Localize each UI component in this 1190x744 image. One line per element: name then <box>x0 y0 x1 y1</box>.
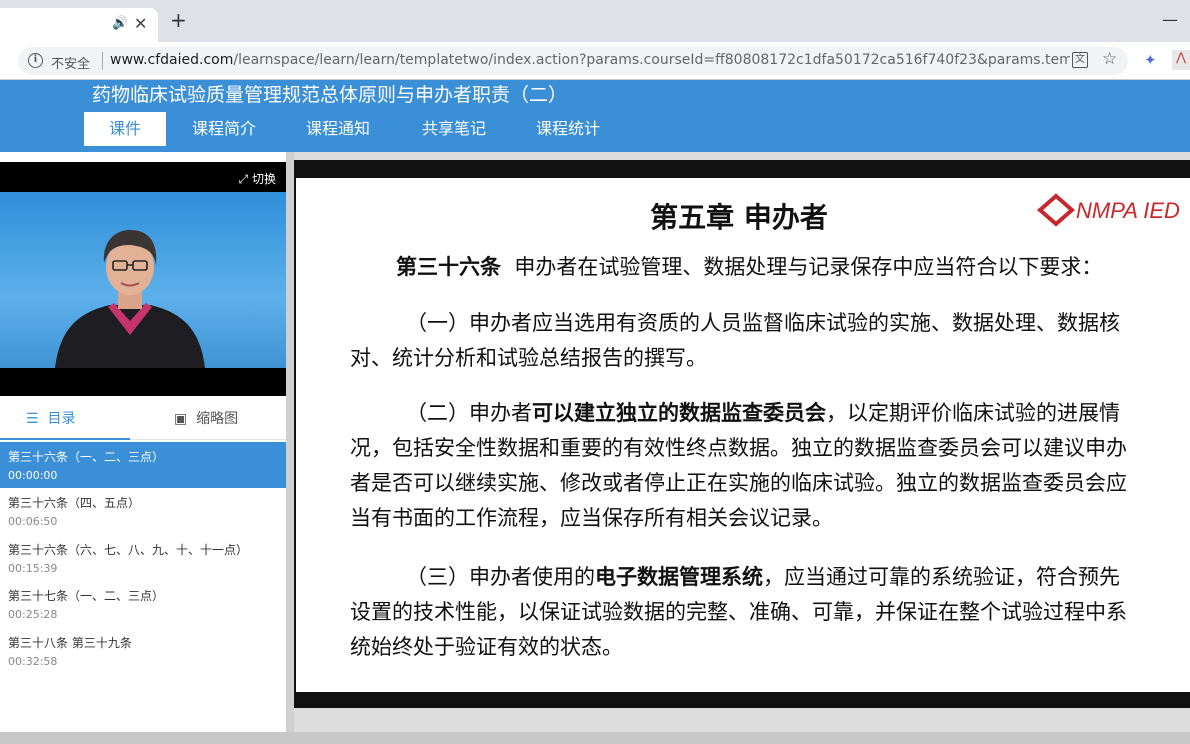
list-icon: ☰ <box>26 411 39 427</box>
pdf-extension-icon[interactable]: ⋀ <box>1172 50 1190 70</box>
left-panel: ⤢ 切换 ☰ 目录 ▣ 缩略图 第三十六条（一、二、三点） 00:00:00 第… <box>0 152 286 732</box>
switch-label: 切换 <box>251 172 276 186</box>
speaker-icon[interactable]: 🔊 <box>112 16 128 31</box>
site-header: 药物临床试验质量管理规范总体原则与申办者职责（二） 课件 课程简介 课程通知 共… <box>0 80 1190 152</box>
toc-item[interactable]: 第三十六条（四、五点） 00:06:50 <box>0 488 286 534</box>
url-text[interactable]: www.cfdaied.com/learnspace/learn/learn/t… <box>110 52 1070 68</box>
translate-icon[interactable]: 文 <box>1072 52 1088 68</box>
toc-item-time: 00:00:00 <box>8 469 58 482</box>
new-tab-button[interactable]: + <box>170 10 187 30</box>
tab-catalog-label: 目录 <box>47 411 76 427</box>
toc-item-time: 00:15:39 <box>8 562 58 575</box>
tab-catalog[interactable]: ☰ 目录 <box>26 408 75 428</box>
toc-item-title: 第三十七条（一、二、三点） <box>8 589 165 603</box>
p2-bold: 可以建立独立的数据监查委员会 <box>532 401 826 425</box>
toc-item-time: 00:32:58 <box>8 655 58 668</box>
slide-paragraph-1: （一）申办者应当选用有资质的人员监督临床试验的实施、数据处理、数据核对、统计分析… <box>350 311 1120 370</box>
toc-item-title: 第三十六条（六、七、八、九、十、十一点） <box>8 543 249 557</box>
divider <box>102 52 103 70</box>
lecturer-figure <box>55 229 205 368</box>
toc-item[interactable]: 第三十八条 第三十九条 00:32:58 <box>0 628 286 674</box>
active-tab-underline <box>0 438 130 440</box>
p3-bold: 电子数据管理系统 <box>595 565 763 589</box>
slide-viewer: 第五章 申办者 NMPA IED 第三十六条 申办者在试验管理、数据处理与记录保… <box>294 160 1190 708</box>
toc-item-time: 00:06:50 <box>8 515 58 528</box>
toc-item[interactable]: 第三十六条（六、七、八、九、十、十一点） 00:15:39 <box>0 535 286 581</box>
slide-paragraph-3: （三）申办者使用的电子数据管理系统，应当通过可靠的系统验证，符合预先设置的技术性… <box>350 560 1140 665</box>
switch-button[interactable]: ⤢ 切换 <box>239 170 276 187</box>
tab-courseware[interactable]: 课件 <box>84 112 166 146</box>
tab-shared-notes[interactable]: 共享笔记 <box>406 112 502 146</box>
video-player[interactable]: ⤢ 切换 <box>0 162 286 396</box>
toc-item[interactable]: 第三十六条（一、二、三点） 00:00:00 <box>0 442 286 488</box>
p2-start: （二）申办者 <box>406 401 532 425</box>
toc-tabs: ☰ 目录 ▣ 缩略图 <box>0 398 286 440</box>
tab-thumbnails[interactable]: ▣ 缩略图 <box>174 408 238 428</box>
tab-course-stats[interactable]: 课程统计 <box>520 112 616 146</box>
tab-course-intro[interactable]: 课程简介 <box>176 112 272 146</box>
url-path: /learnspace/learn/learn/templatetwo/inde… <box>233 52 1070 68</box>
address-bar[interactable]: i 不安全 www.cfdaied.com/learnspace/learn/l… <box>18 47 1128 75</box>
info-icon[interactable]: i <box>28 53 43 68</box>
slide-paragraph-2: （二）申办者可以建立独立的数据监查委员会，以定期评价临床试验的进展情况，包括安全… <box>350 396 1140 536</box>
panel-splitter[interactable] <box>286 152 294 732</box>
nmpa-logo: NMPA IED <box>1036 193 1180 227</box>
article-text: 申办者在试验管理、数据处理与记录保存中应当符合以下要求： <box>514 255 1103 279</box>
image-icon: ▣ <box>174 411 188 427</box>
extension-icon[interactable]: ✦ <box>1144 51 1157 69</box>
toc-item-title: 第三十六条（一、二、三点） <box>8 450 165 464</box>
slide-article-heading: 第三十六条 申办者在试验管理、数据处理与记录保存中应当符合以下要求： <box>396 250 1156 285</box>
tab-thumbnails-label: 缩略图 <box>196 411 239 427</box>
lecturer-video <box>0 192 286 368</box>
toc-item-title: 第三十八条 第三十九条 <box>8 636 132 650</box>
url-host: www.cfdaied.com <box>110 52 234 68</box>
toc-item-title: 第三十六条（四、五点） <box>8 496 141 510</box>
security-label[interactable]: 不安全 <box>51 53 90 72</box>
tab-course-notice[interactable]: 课程通知 <box>290 112 386 146</box>
toc-item[interactable]: 第三十七条（一、二、三点） 00:25:28 <box>0 581 286 627</box>
slide: 第五章 申办者 NMPA IED 第三十六条 申办者在试验管理、数据处理与记录保… <box>296 178 1190 692</box>
browser-tabstrip: 🔊 ✕ + — <box>0 0 1190 42</box>
course-title: 药物临床试验质量管理规范总体原则与申办者职责（二） <box>92 84 568 106</box>
expand-icon: ⤢ <box>238 172 249 186</box>
bottom-bar <box>0 732 1190 744</box>
toc-item-time: 00:25:28 <box>8 608 58 621</box>
article-label: 第三十六条 <box>396 255 501 279</box>
nmpa-logo-text: NMPA IED <box>1076 198 1180 223</box>
browser-tab[interactable]: 🔊 ✕ <box>0 8 158 42</box>
star-icon[interactable]: ☆ <box>1102 49 1117 69</box>
close-icon[interactable]: ✕ <box>134 14 147 33</box>
minimize-icon[interactable]: — <box>1162 10 1178 29</box>
p3-start: （三）申办者使用的 <box>406 565 595 589</box>
address-bar-row: i 不安全 www.cfdaied.com/learnspace/learn/l… <box>0 42 1190 80</box>
